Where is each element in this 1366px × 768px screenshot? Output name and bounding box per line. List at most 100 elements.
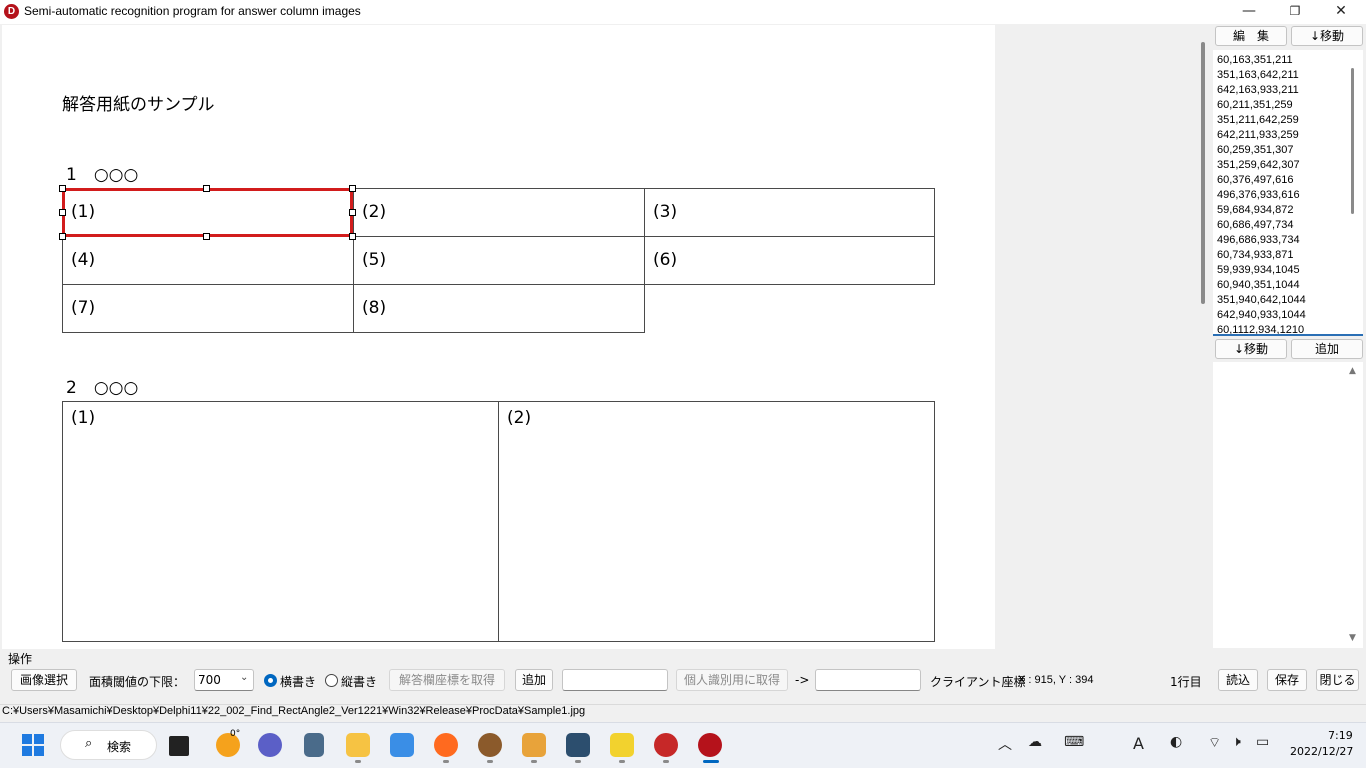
list-item[interactable]: 351,163,642,211 bbox=[1217, 68, 1299, 83]
answer-cell-1-2[interactable]: (2) bbox=[353, 188, 645, 237]
list-item[interactable]: 60,259,351,307 bbox=[1217, 143, 1293, 158]
list-item[interactable]: 642,163,933,211 bbox=[1217, 83, 1299, 98]
select-image-button[interactable]: 画像選択 bbox=[11, 669, 77, 691]
move-down-button[interactable]: ↓移動 bbox=[1291, 26, 1363, 46]
cell-label: (3) bbox=[653, 202, 678, 222]
delphi-app-icon[interactable] bbox=[698, 733, 722, 757]
keyboard-icon[interactable]: ⌨ bbox=[1064, 734, 1084, 750]
cell-label: (5) bbox=[362, 250, 387, 270]
list-item[interactable]: 496,376,933,616 bbox=[1217, 188, 1300, 203]
edit-button[interactable]: 編 集 bbox=[1215, 26, 1287, 46]
app-icon-2[interactable] bbox=[390, 733, 414, 757]
chevron-up-icon[interactable]: ︿ bbox=[998, 734, 1012, 754]
coordinate-list[interactable]: 60,163,351,211 351,163,642,211 642,163,9… bbox=[1213, 50, 1363, 336]
scroll-up-icon[interactable]: ▲ bbox=[1349, 366, 1356, 376]
file-explorer-icon[interactable] bbox=[346, 733, 370, 757]
chat-icon[interactable] bbox=[258, 733, 282, 757]
operation-group-label: 操作 bbox=[8, 652, 33, 666]
memo-area[interactable] bbox=[1213, 362, 1363, 648]
taskbar bbox=[0, 722, 1366, 768]
list-item[interactable]: 60,1112,934,1210 bbox=[1217, 323, 1304, 334]
get-personal-id-button[interactable]: 個人識別用に取得 bbox=[676, 669, 788, 691]
list-item[interactable]: 351,259,642,307 bbox=[1217, 158, 1300, 173]
list-item[interactable]: 496,686,933,734 bbox=[1217, 233, 1300, 248]
resize-handle[interactable] bbox=[203, 185, 210, 192]
minimize-button[interactable]: — bbox=[1226, 0, 1272, 24]
resize-handle[interactable] bbox=[59, 233, 66, 240]
clock-time[interactable]: 7:19 bbox=[1328, 729, 1353, 742]
list-item[interactable]: 642,211,933,259 bbox=[1217, 128, 1299, 143]
scroll-down-icon[interactable]: ▼ bbox=[1349, 633, 1356, 643]
list-item[interactable]: 642,940,933,1044 bbox=[1217, 308, 1306, 323]
vertical-radio[interactable] bbox=[325, 674, 338, 687]
start-icon[interactable] bbox=[22, 734, 44, 756]
get-answer-coords-button[interactable]: 解答欄座標を取得 bbox=[389, 669, 505, 691]
app-icon-5[interactable] bbox=[566, 733, 590, 757]
list-item[interactable]: 60,376,497,616 bbox=[1217, 173, 1293, 188]
taskbar-search[interactable]: ⌕ 検索 bbox=[60, 730, 157, 760]
answer-cell-2-2[interactable]: (2) bbox=[498, 401, 935, 642]
resize-handle[interactable] bbox=[349, 185, 356, 192]
wifi-icon[interactable]: ⌔ bbox=[1208, 734, 1221, 752]
list-item[interactable]: 59,684,934,872 bbox=[1217, 203, 1293, 218]
search-label: 検索 bbox=[107, 740, 132, 754]
app-icon-4[interactable] bbox=[522, 733, 546, 757]
resize-handle[interactable] bbox=[59, 185, 66, 192]
load-button[interactable]: 読込 bbox=[1218, 669, 1258, 691]
add-button[interactable]: 追加 bbox=[515, 669, 553, 691]
status-file-path: C:¥Users¥Masamichi¥Desktop¥Delphi11¥22_0… bbox=[2, 705, 586, 717]
list-item[interactable]: 351,211,642,259 bbox=[1217, 113, 1299, 128]
image-scrollbar-thumb[interactable] bbox=[1201, 42, 1205, 304]
horizontal-radio[interactable] bbox=[264, 674, 277, 687]
answer-cell-1-5[interactable]: (5) bbox=[353, 236, 645, 285]
app-icon-3[interactable] bbox=[478, 733, 502, 757]
close-button[interactable]: 閉じる bbox=[1316, 669, 1359, 691]
answer-cell-1-6[interactable]: (6) bbox=[644, 236, 935, 285]
resize-handle[interactable] bbox=[349, 209, 356, 216]
save-button[interactable]: 保存 bbox=[1267, 669, 1307, 691]
ime-indicator[interactable]: A bbox=[1133, 734, 1144, 753]
battery-icon[interactable]: ▭ bbox=[1256, 734, 1269, 750]
running-indicator bbox=[575, 760, 581, 763]
close-window-button[interactable]: ✕ bbox=[1318, 0, 1364, 24]
cloud-icon[interactable]: ☁ bbox=[1028, 734, 1042, 750]
image-view[interactable]: 解答用紙のサンプル 1 ○○○ (1) (2) (3) (4) (5) (6) … bbox=[0, 24, 1194, 649]
answer-cell-2-1[interactable]: (1) bbox=[62, 401, 499, 642]
app-icon-6[interactable] bbox=[610, 733, 634, 757]
list-item[interactable]: 60,211,351,259 bbox=[1217, 98, 1293, 113]
resize-handle[interactable] bbox=[203, 233, 210, 240]
list-item[interactable]: 60,163,351,211 bbox=[1217, 53, 1293, 68]
resize-handle[interactable] bbox=[59, 209, 66, 216]
volume-icon[interactable]: 🕨 bbox=[1232, 734, 1241, 750]
app-icon-7[interactable] bbox=[654, 733, 678, 757]
answer-coords-field[interactable] bbox=[562, 669, 668, 691]
list-item[interactable]: 60,940,351,1044 bbox=[1217, 278, 1300, 293]
selection-rectangle[interactable] bbox=[62, 188, 353, 237]
restore-button[interactable]: ❐ bbox=[1272, 0, 1318, 24]
list-item[interactable]: 60,686,497,734 bbox=[1217, 218, 1293, 233]
firefox-icon[interactable] bbox=[434, 733, 458, 757]
calculator-icon[interactable] bbox=[304, 733, 324, 757]
client-coords-value: X : 915, Y : 394 bbox=[1018, 674, 1094, 686]
ime-mode-icon[interactable]: ◐ bbox=[1170, 734, 1182, 750]
answer-cell-1-4[interactable]: (4) bbox=[62, 236, 354, 285]
answer-cell-1-7[interactable]: (7) bbox=[62, 284, 354, 333]
chevron-down-icon: ⌄ bbox=[240, 672, 249, 683]
horizontal-radio-label[interactable]: 横書き bbox=[280, 673, 316, 690]
resize-handle[interactable] bbox=[349, 233, 356, 240]
list-scrollbar-thumb[interactable] bbox=[1351, 68, 1354, 214]
task-view-icon[interactable] bbox=[169, 736, 189, 756]
personal-id-field[interactable] bbox=[815, 669, 921, 691]
clock-date[interactable]: 2022/12/27 bbox=[1290, 745, 1353, 758]
move-down-button-2[interactable]: ↓移動 bbox=[1215, 339, 1287, 359]
answer-cell-1-8[interactable]: (8) bbox=[353, 284, 645, 333]
list-item[interactable]: 351,940,642,1044 bbox=[1217, 293, 1306, 308]
running-indicator bbox=[355, 760, 361, 763]
list-item[interactable]: 60,734,933,871 bbox=[1217, 248, 1293, 263]
area-threshold-select[interactable]: 700 ⌄ bbox=[194, 669, 254, 691]
list-item[interactable]: 59,939,934,1045 bbox=[1217, 263, 1300, 278]
answer-cell-1-3[interactable]: (3) bbox=[644, 188, 935, 237]
add-coordinate-button[interactable]: 追加 bbox=[1291, 339, 1363, 359]
vertical-radio-label[interactable]: 縦書き bbox=[341, 673, 377, 690]
answer-sheet-image[interactable]: 解答用紙のサンプル 1 ○○○ (1) (2) (3) (4) (5) (6) … bbox=[2, 25, 995, 649]
